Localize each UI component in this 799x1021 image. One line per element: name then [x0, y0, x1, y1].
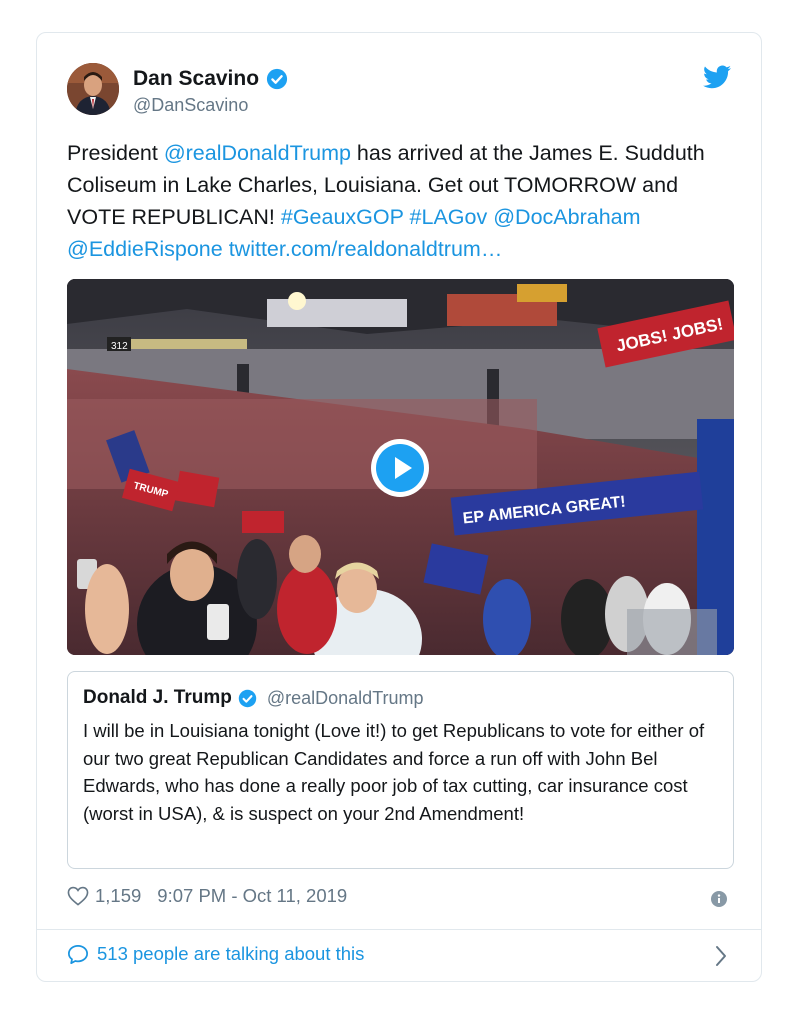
heart-icon[interactable] [67, 886, 89, 906]
play-button[interactable] [371, 439, 429, 497]
author-name[interactable]: Dan Scavino [133, 67, 259, 91]
play-icon [376, 444, 424, 492]
tweet-text-segment: President [67, 141, 164, 165]
mention-link[interactable]: @EddieRispone [67, 237, 223, 261]
conversation-link[interactable]: 513 people are talking about this [67, 943, 364, 965]
chevron-right-icon[interactable] [715, 945, 727, 967]
timestamp[interactable]: 9:07 PM - Oct 11, 2019 [157, 885, 347, 907]
author-handle[interactable]: @DanScavino [133, 95, 248, 116]
speech-bubble-icon [68, 944, 88, 964]
hashtag-link[interactable]: #GeauxGOP [281, 205, 404, 229]
tweet-text: President @realDonaldTrump has arrived a… [67, 137, 737, 265]
hashtag-link[interactable]: #LAGov [410, 205, 488, 229]
url-link[interactable]: twitter.com/realdonaldtrum… [229, 237, 503, 261]
divider [37, 929, 761, 930]
quoted-author-handle: @realDonaldTrump [266, 687, 424, 708]
verified-badge-icon [266, 68, 288, 90]
like-count[interactable]: 1,159 [95, 885, 141, 907]
quoted-author-name: Donald J. Trump [83, 687, 232, 708]
talking-count[interactable]: 513 people are talking about this [97, 943, 364, 965]
verified-badge-icon [238, 689, 257, 707]
quoted-tweet-text: I will be in Louisiana tonight (Love it!… [83, 720, 705, 824]
mention-link[interactable]: @realDonaldTrump [164, 141, 351, 165]
avatar[interactable] [67, 63, 119, 115]
quoted-tweet[interactable]: Donald J. Trump @realDonaldTrump I will … [67, 671, 734, 869]
info-icon[interactable] [711, 891, 727, 907]
twitter-bird-icon[interactable] [703, 65, 731, 89]
embedded-tweet-card: Dan Scavino @DanScavino President @realD… [36, 32, 762, 982]
section-number: 312 [111, 341, 128, 352]
mention-link[interactable]: @DocAbraham [493, 205, 640, 229]
